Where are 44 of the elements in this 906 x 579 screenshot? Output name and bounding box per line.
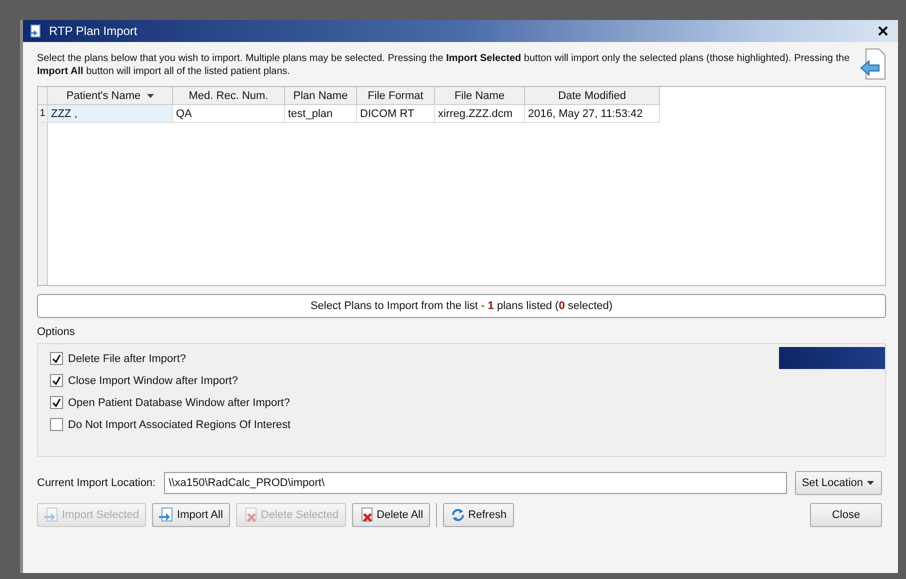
window-title: RTP Plan Import xyxy=(49,24,138,38)
row-header-corner xyxy=(38,87,48,105)
column-header[interactable]: File Name xyxy=(435,87,525,105)
instructions-text: Select the plans below that you wish to import. Multiple plans may be selected. Pressing the Import Selected button will import only the selected plans (those highlighted). Pressing the Import All button will import all of the listed patient plans. xyxy=(37,52,850,79)
document-icon xyxy=(29,24,43,38)
column-header[interactable]: Plan Name xyxy=(285,87,357,105)
table-cell: DICOM RT xyxy=(357,105,435,123)
column-header[interactable]: Date Modified xyxy=(525,87,660,105)
table-cell: 2016, May 27, 11:53:42 xyxy=(525,105,660,123)
location-label: Current Import Location: xyxy=(37,477,156,489)
table-cell: QA xyxy=(173,105,285,123)
table-cell: xirreg.ZZZ.dcm xyxy=(435,105,525,123)
refresh-button[interactable]: Refresh xyxy=(443,503,514,527)
close-button[interactable]: Close xyxy=(810,503,882,527)
import-button[interactable]: Import All xyxy=(152,503,230,527)
check-icon xyxy=(52,354,61,363)
check-icon xyxy=(52,398,61,407)
checkbox[interactable] xyxy=(50,396,63,409)
checkbox-option[interactable]: Do Not Import Associated Regions Of Interest xyxy=(50,418,291,431)
checkbox[interactable] xyxy=(50,374,63,387)
table-cell: test_plan xyxy=(285,105,357,123)
options-label: Options xyxy=(37,326,76,338)
status-bar: Select Plans to Import from the list - 1 plans listed (0 selected) xyxy=(37,294,886,318)
checkbox-option[interactable]: Close Import Window after Import? xyxy=(50,374,291,387)
location-field[interactable]: \\xa150\RadCalc_PROD\import\ xyxy=(164,472,787,494)
document-arrow-icon xyxy=(860,48,886,80)
check-icon xyxy=(52,376,61,385)
document-cross-icon xyxy=(358,507,375,523)
close-icon xyxy=(878,26,888,36)
checkbox-option[interactable]: Delete File after Import? xyxy=(50,352,291,365)
set-location-dropdown[interactable]: Set Location xyxy=(794,471,882,495)
sort-caret-icon xyxy=(146,94,154,98)
column-header[interactable]: File Format xyxy=(357,87,435,105)
table-cell: ZZZ , xyxy=(48,105,173,123)
checkbox[interactable] xyxy=(50,418,63,431)
checkbox-option[interactable]: Open Patient Database Window after Import? xyxy=(50,396,291,409)
column-header[interactable]: Patient's Name xyxy=(48,87,173,105)
checkbox[interactable] xyxy=(50,352,63,365)
document-cross-icon xyxy=(242,507,259,523)
column-header[interactable]: Med. Rec. Num. xyxy=(173,87,285,105)
row-number: 1 xyxy=(38,105,48,123)
caret-icon xyxy=(865,480,875,486)
delete-button[interactable]: Delete All xyxy=(352,503,430,527)
refresh-icon xyxy=(450,507,466,523)
